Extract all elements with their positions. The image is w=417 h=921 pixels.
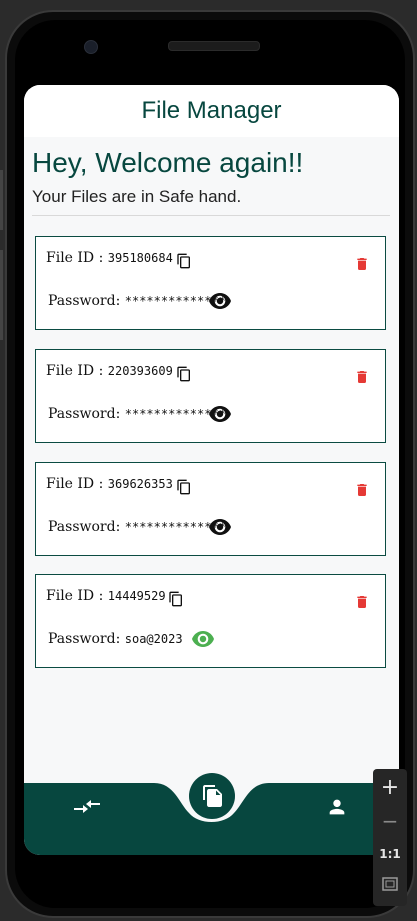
eye-icon[interactable] — [208, 519, 232, 535]
divider — [32, 215, 390, 216]
trash-icon[interactable] — [354, 367, 370, 387]
password-text: Password: soa@2023 — [48, 631, 183, 647]
file-id-text: File ID : 369626353 — [46, 476, 173, 492]
fit-screen-icon[interactable] — [382, 877, 398, 891]
trash-icon[interactable] — [354, 592, 370, 612]
file-id-label: File ID : — [46, 250, 104, 266]
copy-icon[interactable] — [176, 252, 192, 270]
password-label: Password: — [48, 519, 121, 535]
app-screen: File Manager Hey, Welcome again!! Your F… — [24, 85, 399, 855]
zoom-out-button[interactable]: − — [373, 809, 407, 833]
files-icon[interactable] — [200, 784, 224, 808]
password-value: soa@2023 — [124, 632, 183, 646]
password-text: Password: ************** — [48, 519, 226, 535]
file-id-label: File ID : — [46, 476, 104, 492]
eye-icon[interactable] — [208, 406, 232, 422]
zoom-reset-button[interactable]: 1:1 — [373, 847, 407, 861]
file-card: File ID : 369626353 Password: **********… — [35, 462, 386, 556]
file-id-label: File ID : — [46, 363, 104, 379]
zoom-in-button[interactable]: + — [373, 775, 407, 800]
file-card: File ID : 395180684 Password: **********… — [35, 236, 386, 330]
speaker — [168, 41, 260, 51]
file-id-value: 369626353 — [107, 477, 173, 491]
trash-icon[interactable] — [354, 480, 370, 500]
welcome-heading: Hey, Welcome again!! — [32, 147, 304, 178]
file-id-text: File ID : 220393609 — [46, 363, 173, 379]
password-label: Password: — [48, 406, 121, 422]
copy-icon[interactable] — [176, 478, 192, 496]
eye-icon[interactable] — [208, 293, 232, 309]
swap-arrows-icon[interactable] — [74, 796, 100, 816]
file-id-text: File ID : 14449529 — [46, 588, 166, 604]
password-text: Password: ************** — [48, 406, 226, 422]
eye-icon[interactable] — [191, 631, 215, 647]
app-bar: File Manager — [24, 85, 399, 137]
copy-icon[interactable] — [168, 590, 184, 608]
person-icon[interactable] — [326, 796, 348, 818]
copy-icon[interactable] — [176, 365, 192, 383]
file-id-value: 220393609 — [107, 364, 173, 378]
password-label: Password: — [48, 631, 121, 647]
password-label: Password: — [48, 293, 121, 309]
camera — [84, 40, 98, 54]
file-id-text: File ID : 395180684 — [46, 250, 173, 266]
file-card: File ID : 220393609 Password: **********… — [35, 349, 386, 443]
file-card: File ID : 14449529 Password: soa@2023 — [35, 574, 386, 668]
welcome-subtitle: Your Files are in Safe hand. — [32, 187, 242, 206]
password-text: Password: ************** — [48, 293, 226, 309]
file-id-value: 395180684 — [107, 251, 173, 265]
app-title: File Manager — [141, 97, 282, 124]
trash-icon[interactable] — [354, 254, 370, 274]
file-id-label: File ID : — [46, 588, 104, 604]
zoom-controls: + − 1:1 — [373, 769, 407, 906]
file-id-value: 14449529 — [107, 589, 166, 603]
